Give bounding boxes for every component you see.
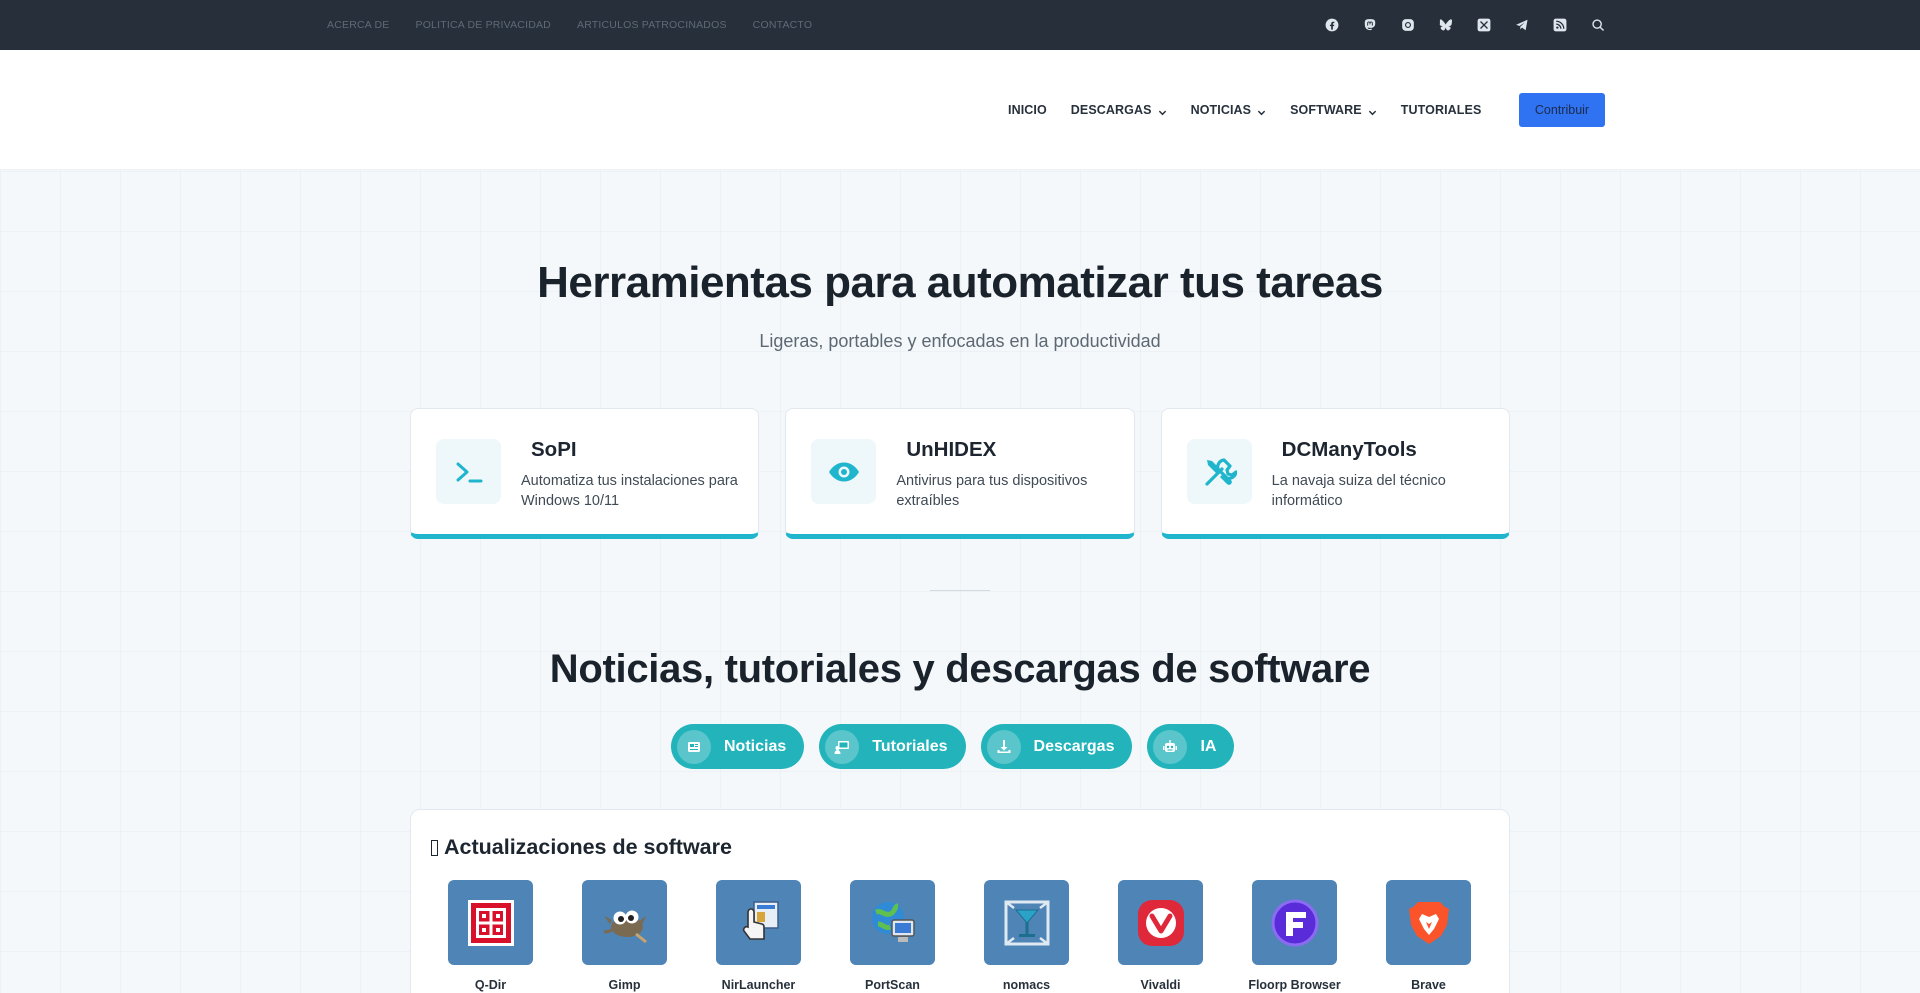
app-name: Q-Dir — [474, 978, 507, 992]
site-header: INICIO DESCARGAS NOTICIAS SOFTWARE TUTOR… — [0, 50, 1920, 170]
tool-card-unhidex[interactable]: UnHIDEX Antivirus para tus dispositivos … — [785, 408, 1135, 539]
chevron-down-icon — [1257, 106, 1266, 115]
nav-item-label: INICIO — [1008, 103, 1047, 117]
updates-title: Actualizaciones de software — [431, 835, 732, 860]
download-icon — [986, 729, 1021, 764]
chevron-down-icon — [1158, 106, 1167, 115]
main-nav: INICIO DESCARGAS NOTICIAS SOFTWARE TUTOR… — [1008, 50, 1481, 170]
search-icon[interactable] — [1590, 17, 1606, 33]
tool-name: SoPI — [531, 438, 577, 461]
floorp-icon — [1252, 880, 1337, 965]
tool-card-dcmanytools[interactable]: DCManyTools La navaja suiza del técnico … — [1160, 408, 1510, 539]
app-name: NirLauncher — [721, 978, 796, 992]
nav-item-label: TUTORIALES — [1400, 103, 1482, 117]
top-link-sponsored[interactable]: ARTICULOS PATROCINADOS — [577, 19, 727, 31]
app-item-qdir[interactable]: Q-Dir — [448, 880, 533, 992]
updates-title-text: Actualizaciones de software — [444, 835, 732, 859]
pill-label: Descargas — [1033, 737, 1115, 755]
top-link-contact[interactable]: CONTACTO — [753, 19, 813, 31]
gimp-icon — [582, 880, 667, 965]
top-link-privacy[interactable]: POLITICA DE PRIVACIDAD — [415, 19, 551, 31]
pill-descargas[interactable]: Descargas — [980, 724, 1133, 769]
app-list: Q-Dir Gimp NirLauncher PortScan nomacs V… — [448, 880, 1471, 992]
top-bar: ACERCA DE POLITICA DE PRIVACIDAD ARTICUL… — [0, 0, 1920, 50]
terminal-icon — [436, 439, 501, 504]
app-item-vivaldi[interactable]: Vivaldi — [1118, 880, 1203, 992]
tool-description: Automatiza tus instalaciones para Window… — [521, 473, 738, 509]
nav-item-descargas[interactable]: DESCARGAS — [1071, 103, 1167, 117]
pill-ia[interactable]: IA — [1147, 724, 1235, 769]
app-item-floorp[interactable]: Floorp Browser — [1248, 880, 1341, 992]
tool-card-sopi[interactable]: SoPI Automatiza tus instalaciones para W… — [410, 408, 760, 539]
nav-item-noticias[interactable]: NOTICIAS — [1191, 103, 1267, 117]
app-name: Vivaldi — [1140, 978, 1181, 992]
facebook-icon[interactable] — [1324, 17, 1340, 33]
box-glyph-icon — [431, 839, 438, 856]
newspaper-icon — [677, 729, 711, 764]
app-name: Brave — [1411, 978, 1446, 992]
top-link-about[interactable]: ACERCA DE — [327, 19, 389, 31]
nav-item-label: DESCARGAS — [1070, 103, 1152, 117]
app-name: PortScan — [865, 978, 920, 992]
qdir-icon — [448, 880, 533, 965]
section-divider — [930, 590, 990, 591]
nav-item-label: SOFTWARE — [1290, 103, 1362, 117]
threads-icon[interactable] — [1400, 17, 1416, 33]
nav-item-label: NOTICIAS — [1190, 103, 1252, 117]
nirlauncher-icon — [716, 880, 801, 965]
robot-icon — [1153, 729, 1188, 764]
pill-label: Tutoriales — [872, 737, 948, 755]
top-links: ACERCA DE POLITICA DE PRIVACIDAD ARTICUL… — [327, 0, 812, 50]
pill-tutoriales[interactable]: Tutoriales — [819, 724, 966, 769]
telegram-icon[interactable] — [1514, 17, 1530, 33]
software-updates-panel: Actualizaciones de software Q-Dir Gimp N… — [410, 809, 1510, 993]
app-name: Gimp — [608, 978, 641, 992]
portscan-icon — [850, 880, 935, 965]
rss-icon[interactable] — [1552, 17, 1568, 33]
app-item-nirlauncher[interactable]: NirLauncher — [716, 880, 801, 992]
app-name: nomacs — [1002, 978, 1051, 992]
app-name: Floorp Browser — [1248, 978, 1341, 992]
chevron-down-icon — [1368, 106, 1377, 115]
nav-item-inicio[interactable]: INICIO — [1008, 103, 1047, 117]
hero-title: Herramientas para automatizar tus tareas — [537, 258, 1383, 307]
nomacs-icon — [984, 880, 1069, 965]
app-item-gimp[interactable]: Gimp — [582, 880, 667, 992]
app-item-brave[interactable]: Brave — [1386, 880, 1471, 992]
tool-description: La navaja suiza del técnico informático — [1271, 473, 1446, 509]
eye-icon — [811, 439, 877, 504]
tool-name: DCManyTools — [1281, 438, 1417, 461]
x-icon[interactable] — [1476, 17, 1492, 33]
app-item-nomacs[interactable]: nomacs — [984, 880, 1069, 992]
teacher-icon — [825, 729, 860, 764]
contribute-button[interactable]: Contribuir — [1519, 93, 1605, 127]
section-title: Noticias, tutoriales y descargas de soft… — [549, 647, 1371, 691]
bluesky-icon[interactable] — [1438, 17, 1454, 33]
pill-label: Noticias — [724, 737, 787, 755]
category-pills: Noticias Tutoriales Descargas IA — [671, 724, 1235, 769]
nav-item-software[interactable]: SOFTWARE — [1290, 103, 1377, 117]
nav-item-tutoriales[interactable]: TUTORIALES — [1401, 103, 1482, 117]
tool-name: UnHIDEX — [906, 438, 997, 461]
tool-cards: SoPI Automatiza tus instalaciones para W… — [410, 408, 1510, 539]
tools-icon — [1186, 439, 1252, 504]
hero-subtitle: Ligeras, portables y enfocadas en la pro… — [759, 331, 1161, 351]
brave-icon — [1386, 880, 1471, 965]
pill-noticias[interactable]: Noticias — [671, 724, 805, 769]
pill-label: IA — [1200, 737, 1217, 755]
app-item-portscan[interactable]: PortScan — [850, 880, 935, 992]
mastodon-icon[interactable] — [1362, 17, 1378, 33]
social-links — [1324, 0, 1606, 50]
vivaldi-icon — [1118, 880, 1203, 965]
tool-description: Antivirus para tus dispositivos extraíbl… — [896, 473, 1088, 509]
